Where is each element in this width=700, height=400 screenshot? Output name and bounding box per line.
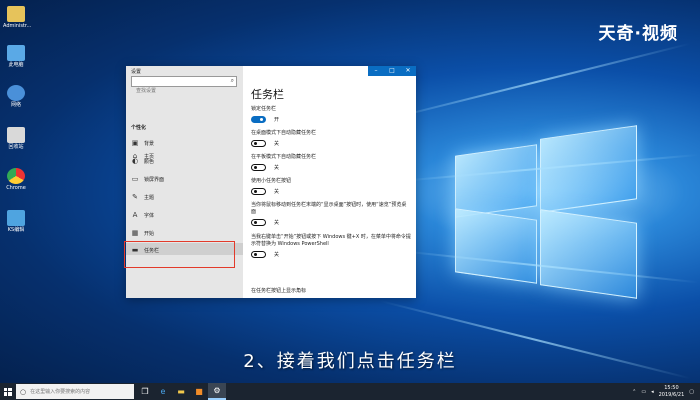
computer-icon bbox=[7, 45, 25, 61]
notification-icon[interactable]: ▢ bbox=[689, 389, 694, 395]
lock-screen-icon: ▭ bbox=[131, 175, 139, 183]
gear-icon: ⚙ bbox=[213, 386, 221, 395]
task-view-button[interactable]: ❐ bbox=[136, 383, 154, 400]
setting-badges: 在任务栏按钮上显示角标 bbox=[251, 288, 411, 295]
setting-label: 锁定任务栏 bbox=[251, 106, 277, 112]
search-icon: ⌕ bbox=[230, 77, 234, 84]
autohide-desktop-toggle[interactable] bbox=[251, 139, 266, 147]
desktop-icon-network[interactable]: 网络 bbox=[3, 85, 29, 109]
app-button[interactable]: ■ bbox=[190, 383, 208, 400]
image-icon: ▣ bbox=[131, 139, 139, 147]
user-folder-icon bbox=[7, 6, 25, 22]
sidebar-item-label: 开始 bbox=[144, 230, 155, 237]
sidebar-item-label: 颜色 bbox=[144, 158, 155, 165]
toggle-state: 关 bbox=[274, 219, 280, 226]
settings-search[interactable]: ⌕ bbox=[131, 76, 237, 96]
windows-start-icon bbox=[3, 387, 12, 396]
sidebar-item-fonts[interactable]: A 字体 bbox=[131, 211, 154, 219]
setting-label: 使用小任务栏按钮 bbox=[251, 178, 292, 184]
brush-icon: ✎ bbox=[132, 193, 138, 201]
setting-label: 在桌面模式下自动隐藏任务栏 bbox=[251, 130, 317, 136]
maximize-icon[interactable]: □ bbox=[384, 66, 400, 76]
desktop-icon-label: 回收站 bbox=[8, 144, 24, 150]
setting-label: 当你将鼠标移动到任务栏末端的“显示桌面”按钮时，使用“速览”预览桌面 bbox=[251, 202, 407, 215]
settings-main: 任务栏 锁定任务栏 开 在桌面模式下自动隐藏任务栏 关 在平板模式下自动隐藏任务… bbox=[243, 66, 416, 298]
sidebar-section-heading: 个性化 bbox=[131, 125, 147, 131]
desktop-icon-user-folder[interactable]: Administr... bbox=[3, 6, 32, 30]
minimize-icon[interactable]: – bbox=[368, 66, 384, 76]
chrome-icon bbox=[7, 168, 25, 184]
powershell-toggle[interactable] bbox=[251, 250, 266, 258]
setting-lock-taskbar: 锁定任务栏 开 bbox=[251, 106, 411, 123]
page-title: 任务栏 bbox=[251, 88, 284, 101]
toggle-state: 关 bbox=[274, 140, 280, 147]
sidebar-item-start[interactable]: ▦ 开始 bbox=[131, 229, 154, 237]
setting-autohide-tablet: 在平板模式下自动隐藏任务栏 关 bbox=[251, 154, 411, 171]
sidebar-item-colors[interactable]: ◐ 颜色 bbox=[131, 157, 154, 165]
toggle-state: 关 bbox=[274, 251, 280, 258]
autohide-tablet-toggle[interactable] bbox=[251, 163, 266, 171]
small-buttons-toggle[interactable] bbox=[251, 187, 266, 195]
setting-powershell: 当我右键单击“开始”按钮或按下 Windows 键+X 时，在菜单中将命令提示符… bbox=[251, 234, 411, 258]
system-tray: ⌃ ▭ ◂ 15:50 2019/6/21 ▢ bbox=[632, 383, 694, 400]
clock-date: 2019/6/21 bbox=[658, 391, 685, 398]
desktop-icon-label: Chrome bbox=[6, 185, 26, 191]
setting-autohide-desktop: 在桌面模式下自动隐藏任务栏 关 bbox=[251, 130, 411, 147]
settings-search-input[interactable] bbox=[132, 86, 228, 96]
start-menu-icon: ▦ bbox=[131, 229, 139, 237]
start-button[interactable] bbox=[0, 383, 15, 400]
app-icon: ■ bbox=[195, 387, 203, 396]
sidebar-item-themes[interactable]: ✎ 主题 bbox=[131, 193, 154, 201]
watermark: 天奇·视频 bbox=[598, 24, 678, 44]
network-tray-icon[interactable]: ▭ bbox=[641, 389, 646, 395]
lock-taskbar-toggle[interactable] bbox=[251, 115, 266, 123]
setting-small-buttons: 使用小任务栏按钮 关 bbox=[251, 178, 411, 195]
app-icon bbox=[7, 210, 25, 226]
settings-taskbar-button[interactable]: ⚙ bbox=[208, 383, 226, 400]
palette-icon: ◐ bbox=[131, 157, 139, 165]
edge-button[interactable]: e bbox=[154, 383, 172, 400]
setting-label: 在平板模式下自动隐藏任务栏 bbox=[251, 154, 317, 160]
desktop-icon-label: KS编辑 bbox=[7, 227, 25, 233]
setting-label: 当我右键单击“开始”按钮或按下 Windows 键+X 时，在菜单中将命令提示符… bbox=[251, 234, 411, 247]
volume-icon[interactable]: ◂ bbox=[651, 389, 654, 395]
toggle-state: 关 bbox=[274, 188, 280, 195]
file-explorer-button[interactable]: ▬ bbox=[172, 383, 190, 400]
setting-peek: 当你将鼠标移动到任务栏末端的“显示桌面”按钮时，使用“速览”预览桌面 关 bbox=[251, 202, 411, 226]
network-icon bbox=[7, 85, 25, 101]
clock[interactable]: 15:50 2019/6/21 bbox=[659, 385, 685, 398]
font-icon: A bbox=[132, 211, 138, 219]
window-title: 设置 bbox=[131, 69, 142, 75]
peek-toggle[interactable] bbox=[251, 218, 266, 226]
setting-label: 在任务栏按钮上显示角标 bbox=[251, 288, 307, 294]
sidebar-item-label: 主题 bbox=[144, 194, 155, 201]
sidebar-item-background[interactable]: ▣ 背景 bbox=[131, 139, 154, 147]
toggle-state: 关 bbox=[274, 164, 280, 171]
taskbar: ○ ❐ e ▬ ■ ⚙ ⌃ ▭ ◂ 15:50 2019/6/21 ▢ bbox=[0, 383, 700, 400]
chevron-up-icon[interactable]: ⌃ bbox=[632, 389, 636, 395]
desktop-icon-app[interactable]: KS编辑 bbox=[3, 210, 29, 234]
folder-icon: ▬ bbox=[177, 387, 185, 396]
desktop-icon-label: 此电脑 bbox=[8, 62, 24, 68]
desktop-icon-computer[interactable]: 此电脑 bbox=[3, 45, 29, 69]
recycle-bin-icon bbox=[7, 127, 25, 143]
taskbar-search[interactable]: ○ bbox=[16, 384, 134, 399]
desktop-icon-chrome[interactable]: Chrome bbox=[3, 168, 29, 192]
sidebar-item-label: 锁屏界面 bbox=[144, 176, 165, 183]
toggle-state: 开 bbox=[274, 116, 280, 123]
desktop-icon-label: 网络 bbox=[10, 102, 21, 108]
sidebar-item-label: 背景 bbox=[144, 140, 155, 147]
edge-icon: e bbox=[160, 387, 166, 396]
desktop-icon-recycle-bin[interactable]: 回收站 bbox=[3, 127, 29, 151]
desktop-icon-label: Administr... bbox=[3, 23, 32, 29]
highlight-annotation bbox=[124, 241, 235, 268]
sidebar-item-lock-screen[interactable]: ▭ 锁屏界面 bbox=[131, 175, 164, 183]
taskbar-search-input[interactable] bbox=[26, 387, 133, 396]
video-subtitle: 2、接着我们点击任务栏 bbox=[243, 351, 457, 372]
task-view-icon: ❐ bbox=[141, 387, 149, 396]
window-controls: – □ ✕ bbox=[368, 66, 416, 76]
sidebar-item-label: 字体 bbox=[144, 212, 155, 219]
close-icon[interactable]: ✕ bbox=[400, 66, 416, 76]
